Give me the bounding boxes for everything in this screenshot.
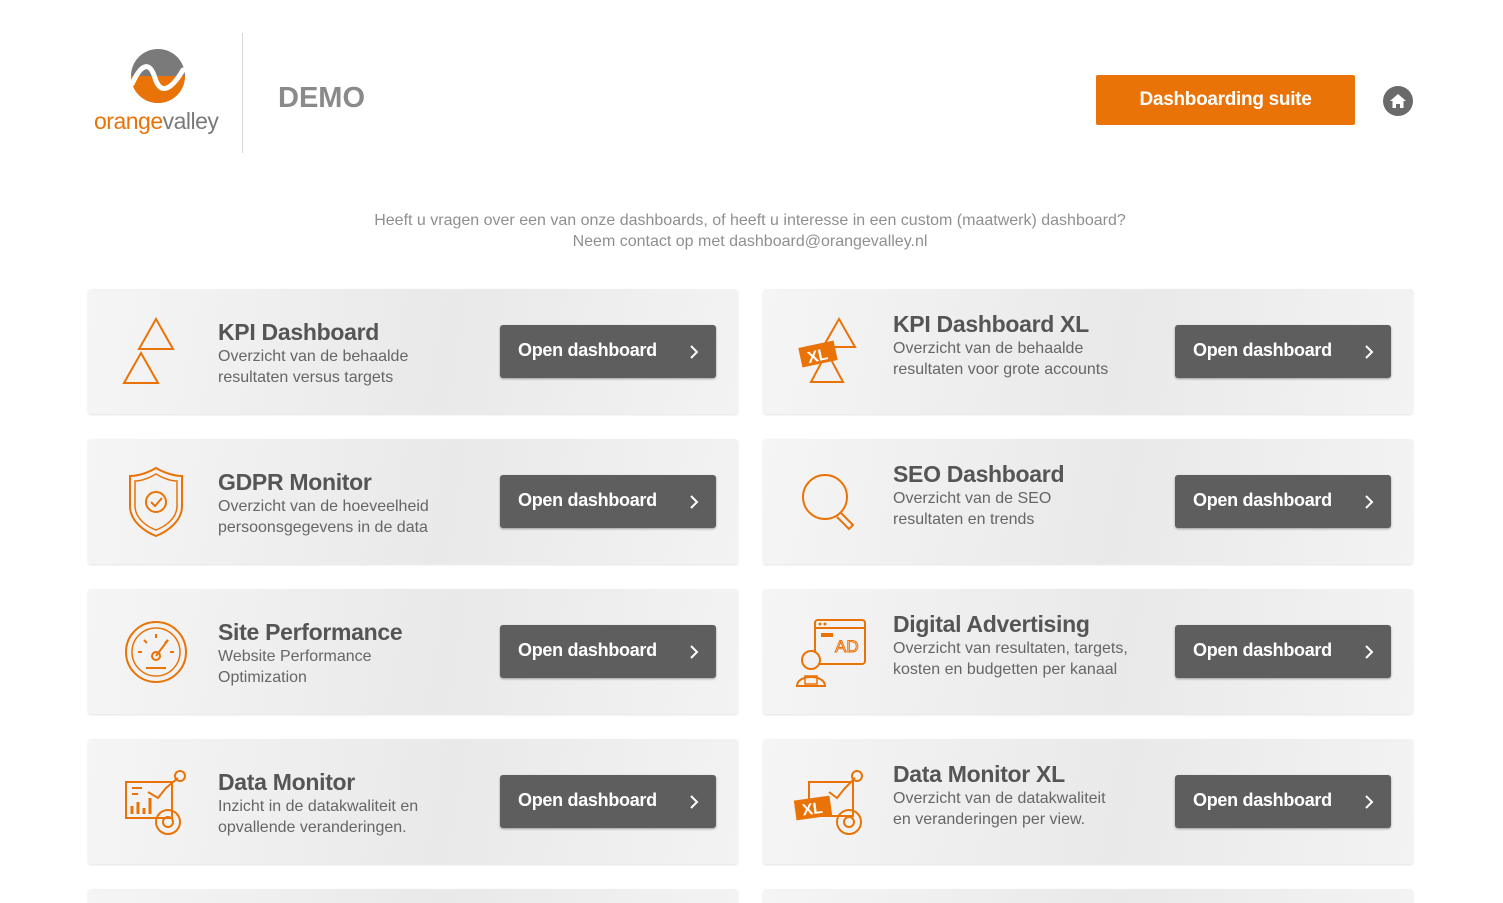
open-dashboard-button[interactable]: Open dashboard [500,475,716,528]
card-description-2: resultaten en trends [893,511,1035,528]
card-title: KPI Dashboard XL [893,311,1089,337]
dashboard-card-seo: SEO Dashboard Overzicht van de SEO resul… [763,439,1413,564]
card-description-2: en veranderingen per view. [893,811,1086,828]
dashboard-card-data-monitor-xl: XL Data Monitor XL Overzicht van de data… [763,739,1413,864]
card-description-1: Overzicht van de hoeveelheid [218,498,429,515]
ad-screen-icon: AD [795,619,866,687]
card-text: GDPR Monitor Overzicht van de hoeveelhei… [218,469,473,538]
open-dashboard-label: Open dashboard [1193,790,1332,810]
chart-monitor-icon [125,770,186,835]
open-dashboard-label: Open dashboard [1193,640,1332,660]
card-title: Data Monitor [218,769,355,795]
svg-text:AD: AD [835,637,859,656]
card-description-1: Overzicht van de behaalde [893,340,1084,357]
triangles-icon [122,316,175,384]
card-description-2: resultaten voor grote accounts [893,361,1109,378]
dashboarding-suite-button[interactable]: Dashboarding suite [1096,75,1355,125]
open-dashboard-button[interactable]: Open dashboard [1175,325,1391,378]
header-divider [242,33,243,153]
chevron-right-icon [690,495,699,509]
intro-contact-line: Neem contact op met dashboard@orangevall… [572,233,928,250]
logo-wave-icon [129,49,186,103]
page-title: DEMO [278,82,365,114]
card-title: Digital Advertising [893,611,1090,637]
card-description-2: Optimization [218,669,307,686]
open-dashboard-button[interactable]: Open dashboard [500,325,716,378]
card-description-2: kosten en budgetten per kanaal [893,661,1118,678]
card-text: SEO Dashboard Overzicht van de SEO resul… [893,461,1148,530]
open-dashboard-button[interactable]: Open dashboard [1175,625,1391,678]
open-dashboard-button[interactable]: Open dashboard [500,625,716,678]
open-dashboard-button[interactable]: Open dashboard [1175,775,1391,828]
dashboard-card-digital-advertising: AD Digital Advertising Overzicht van res… [763,589,1413,714]
chevron-right-icon [1365,495,1374,509]
card-title: SEO Dashboard [893,461,1065,487]
card-description-2: opvallende veranderingen. [218,819,407,836]
intro-line-1: Heeft u vragen over een van onze dashboa… [374,212,1126,229]
open-dashboard-button[interactable]: Open dashboard [500,775,716,828]
triangles-xl-icon: XL [798,316,857,383]
card-text: Data Monitor XL Overzicht van de datakwa… [893,761,1148,830]
chevron-right-icon [1365,345,1374,359]
card-description-1: Inzicht in de datakwaliteit en [218,798,419,815]
chart-monitor-xl-icon: XL [793,770,863,835]
card-text: Digital Advertising Overzicht van result… [893,611,1163,680]
logo-wordmark: orangevalley [94,108,219,134]
card-text: KPI Dashboard XL Overzicht van de behaal… [893,311,1148,380]
magnifier-icon [802,474,855,531]
home-button[interactable] [1383,86,1413,116]
open-dashboard-button[interactable]: Open dashboard [1175,475,1391,528]
open-dashboard-label: Open dashboard [518,340,657,360]
card-description-1: Overzicht van resultaten, targets, [893,640,1128,657]
open-dashboard-label: Open dashboard [518,790,657,810]
open-dashboard-label: Open dashboard [518,640,657,660]
chevron-right-icon [690,345,699,359]
shield-check-icon [129,466,183,538]
home-icon [1383,86,1413,116]
chevron-right-icon [1365,795,1374,809]
svg-text:XL: XL [801,800,824,820]
dashboard-card-kpi: KPI Dashboard Overzicht van de behaalde … [88,289,738,414]
orangevalley-logo[interactable]: orangevalley [92,48,222,143]
dashboard-card-data-monitor: Data Monitor Inzicht in de datakwaliteit… [88,739,738,864]
card-text: KPI Dashboard Overzicht van de behaalde … [218,319,473,388]
card-title: Data Monitor XL [893,761,1065,787]
chevron-right-icon [690,645,699,659]
card-description-1: Overzicht van de SEO [893,490,1052,507]
open-dashboard-label: Open dashboard [518,490,657,510]
dashboard-card-kpi-xl: XL KPI Dashboard XL Overzicht van de beh… [763,289,1413,414]
card-description-2: resultaten versus targets [218,369,394,386]
card-title: KPI Dashboard [218,319,379,345]
card-description-2: persoonsgegevens in de data [218,519,428,536]
card-description-1: Overzicht van de behaalde [218,348,409,365]
chevron-right-icon [690,795,699,809]
card-title: GDPR Monitor [218,469,372,495]
intro-text: Heeft u vragen over een van onze dashboa… [0,210,1500,252]
card-text: Data Monitor Inzicht in de datakwaliteit… [218,769,473,838]
card-description-1: Website Performance [218,648,372,665]
svg-text:XL: XL [806,346,830,367]
card-text: Site Performance Website Performance Opt… [218,619,473,688]
open-dashboard-label: Open dashboard [1193,340,1332,360]
card-description-1: Overzicht van de datakwaliteit [893,790,1106,807]
dashboard-card-site-performance: Site Performance Website Performance Opt… [88,589,738,714]
open-dashboard-label: Open dashboard [1193,490,1332,510]
card-title: Site Performance [218,619,403,645]
speedometer-icon [125,621,187,683]
dashboard-card-gdpr: GDPR Monitor Overzicht van de hoeveelhei… [88,439,738,564]
chevron-right-icon [1365,645,1374,659]
